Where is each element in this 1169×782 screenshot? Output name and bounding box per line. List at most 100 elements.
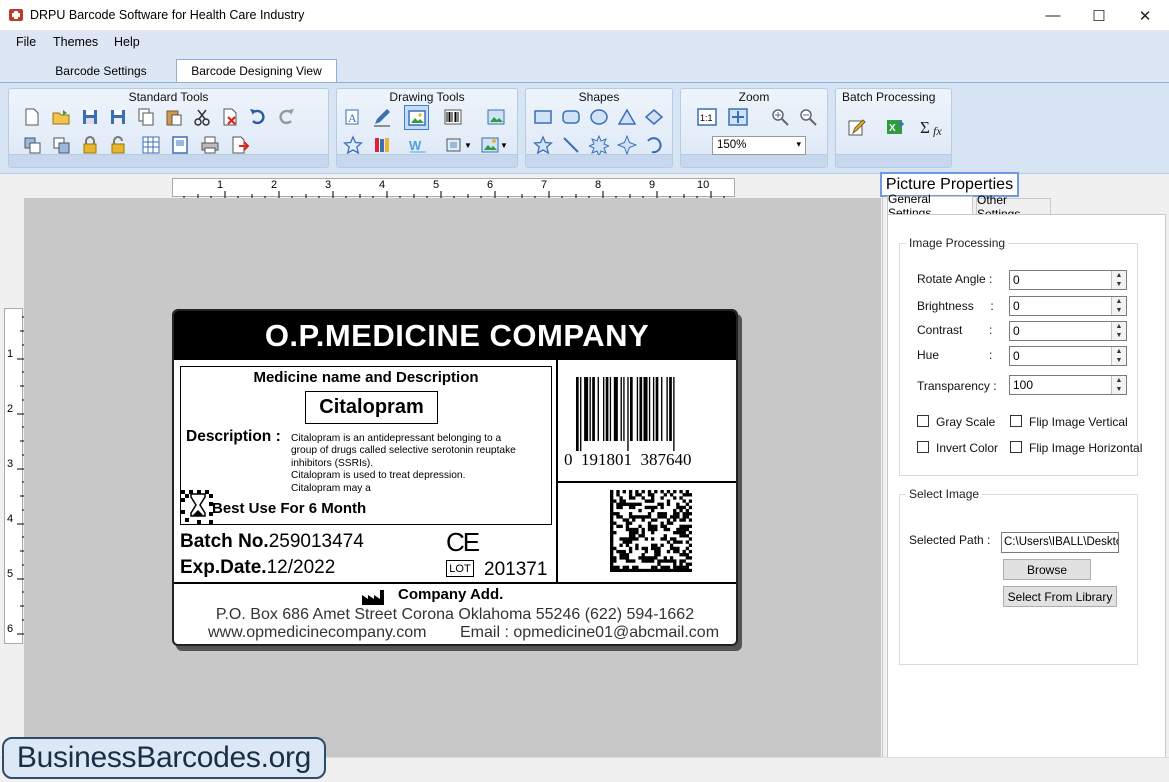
image-dropdown-icon[interactable]: ▼ (478, 134, 510, 156)
picture-tool-icon[interactable] (404, 105, 429, 130)
menu-file[interactable]: File (16, 35, 36, 49)
rounded-rectangle-icon[interactable] (560, 106, 582, 128)
print-preview-icon[interactable] (169, 134, 191, 156)
company-header[interactable]: O.P.MEDICINE COMPANY (174, 311, 736, 360)
save-icon[interactable] (79, 106, 101, 128)
minimize-button[interactable]: — (1030, 0, 1076, 31)
brightness-label: Brightness : (917, 299, 994, 313)
description-box[interactable]: Medicine name and Description Citalopram… (180, 366, 552, 525)
triangle-icon[interactable] (616, 106, 638, 128)
paste-icon[interactable] (163, 106, 185, 128)
batch-number[interactable]: Batch No.259013474 (180, 531, 364, 553)
medicine-name[interactable]: Citalopram (305, 391, 438, 424)
linear-barcode[interactable] (576, 377, 718, 451)
formula-icon[interactable]: Σfx (918, 116, 948, 138)
spinner-arrows-icon[interactable]: ▲ ▼ (1111, 322, 1126, 340)
brightness-field[interactable]: 0 ▲ ▼ (1009, 296, 1127, 316)
star-shape-tool-icon[interactable] (342, 134, 364, 156)
best-use-text[interactable]: Best Use For 6 Month (212, 500, 366, 517)
spinner-arrows-icon[interactable]: ▲ ▼ (1111, 297, 1126, 315)
ellipse-icon[interactable] (588, 106, 610, 128)
menu-themes[interactable]: Themes (53, 35, 98, 49)
actual-size-icon[interactable]: 1:1 (696, 106, 718, 128)
batch-value: 259013474 (268, 531, 364, 552)
rotate-angle-field[interactable]: 0 ▲ ▼ (1009, 270, 1127, 290)
batch-edit-icon[interactable] (846, 116, 868, 138)
watermark-tool-icon[interactable]: W (407, 134, 429, 156)
new-icon[interactable] (21, 106, 43, 128)
spinner-arrows-icon[interactable]: ▲ ▼ (1111, 376, 1126, 394)
export-icon[interactable] (229, 134, 251, 156)
diamond-icon[interactable] (643, 106, 665, 128)
close-button[interactable]: ✕ (1122, 0, 1168, 31)
grid-icon[interactable] (140, 134, 162, 156)
ce-mark[interactable]: CE (446, 527, 480, 558)
ruler-number: 4 (7, 513, 14, 525)
hue-field[interactable]: 0 ▲ ▼ (1009, 346, 1127, 366)
lot-number[interactable]: 201371 (484, 559, 547, 581)
website-text[interactable]: www.opmedicinecompany.com (208, 624, 426, 642)
field-value: 0 (1013, 273, 1020, 287)
maximize-button[interactable]: ☐ (1076, 0, 1122, 31)
line-icon[interactable] (560, 134, 582, 156)
save-as-icon[interactable] (107, 106, 129, 128)
invert-color-checkbox[interactable] (917, 441, 929, 453)
bring-to-front-icon[interactable] (21, 134, 43, 156)
star-icon[interactable] (532, 134, 554, 156)
spinner-arrows-icon[interactable]: ▲ ▼ (1111, 271, 1126, 289)
svg-text:Σ: Σ (920, 118, 930, 137)
browse-button[interactable]: Browse (1003, 559, 1091, 580)
spinner-arrows-icon[interactable]: ▲ ▼ (1111, 347, 1126, 365)
flip-horizontal-checkbox[interactable] (1010, 441, 1022, 453)
menu-help[interactable]: Help (114, 35, 140, 49)
rectangle-icon[interactable] (532, 106, 554, 128)
address-text[interactable]: P.O. Box 686 Amet Street Corona Oklahoma… (174, 606, 736, 624)
text-tool-icon[interactable]: A (342, 106, 364, 128)
zoom-out-icon[interactable] (797, 106, 819, 128)
books-icon[interactable] (371, 134, 393, 156)
description-text: Citalopram is an antidepressant belongin… (291, 433, 516, 495)
group-label: Shapes (578, 90, 620, 104)
gray-scale-checkbox[interactable] (917, 415, 929, 427)
contrast-field[interactable]: 0 ▲ ▼ (1009, 321, 1127, 341)
unlock-icon[interactable] (107, 134, 129, 156)
barcode-label[interactable]: O.P.MEDICINE COMPANY Medicine name and D… (172, 309, 738, 646)
image-library-icon[interactable] (485, 106, 507, 128)
flip-vertical-checkbox[interactable] (1010, 415, 1022, 427)
pencil-tool-icon[interactable] (371, 106, 393, 128)
datamatrix-barcode[interactable] (610, 490, 693, 573)
print-icon[interactable] (199, 134, 221, 156)
tab-barcode-settings[interactable]: Barcode Settings (40, 59, 162, 82)
expiry-date[interactable]: Exp.Date.12/2022 (180, 557, 335, 579)
barcode-tool-icon[interactable] (442, 106, 464, 128)
send-to-back-icon[interactable] (50, 134, 72, 156)
chevron-down-icon: ▾ (796, 139, 801, 149)
cut-icon[interactable] (191, 106, 213, 128)
shape-dropdown-icon[interactable]: ▼ (442, 134, 474, 156)
invert-color-label: Invert Color (936, 441, 999, 455)
email-text[interactable]: Email : opmedicine01@abcmail.com (460, 624, 719, 642)
select-from-library-button[interactable]: Select From Library (1003, 586, 1117, 607)
undo-icon[interactable] (247, 106, 269, 128)
tab-barcode-designing-view[interactable]: Barcode Designing View (176, 59, 337, 82)
burst-icon[interactable] (588, 134, 610, 156)
four-point-star-icon[interactable] (616, 134, 638, 156)
transparency-field[interactable]: 100 ▲ ▼ (1009, 375, 1127, 395)
hourglass-icon[interactable] (181, 490, 215, 524)
copy-icon[interactable] (135, 106, 157, 128)
tab-general-settings[interactable]: General Settings (887, 192, 973, 220)
lock-icon[interactable] (79, 134, 101, 156)
app-logo-icon (8, 7, 24, 23)
redo-icon[interactable] (275, 106, 297, 128)
arc-icon[interactable] (643, 134, 665, 156)
tab-other-settings[interactable]: Other Settings (976, 193, 1051, 221)
delete-icon[interactable] (219, 106, 241, 128)
open-icon[interactable] (50, 106, 72, 128)
app-window: DRPU Barcode Software for Health Care In… (0, 0, 1169, 782)
selected-path-input[interactable]: C:\Users\IBALL\Deskto (1001, 532, 1119, 553)
zoom-in-icon[interactable] (769, 106, 791, 128)
group-label: Drawing Tools (389, 90, 465, 104)
excel-import-icon[interactable]: X (884, 116, 906, 138)
zoom-select[interactable]: 150% ▾ (712, 136, 806, 155)
fit-to-window-icon[interactable] (727, 106, 749, 128)
